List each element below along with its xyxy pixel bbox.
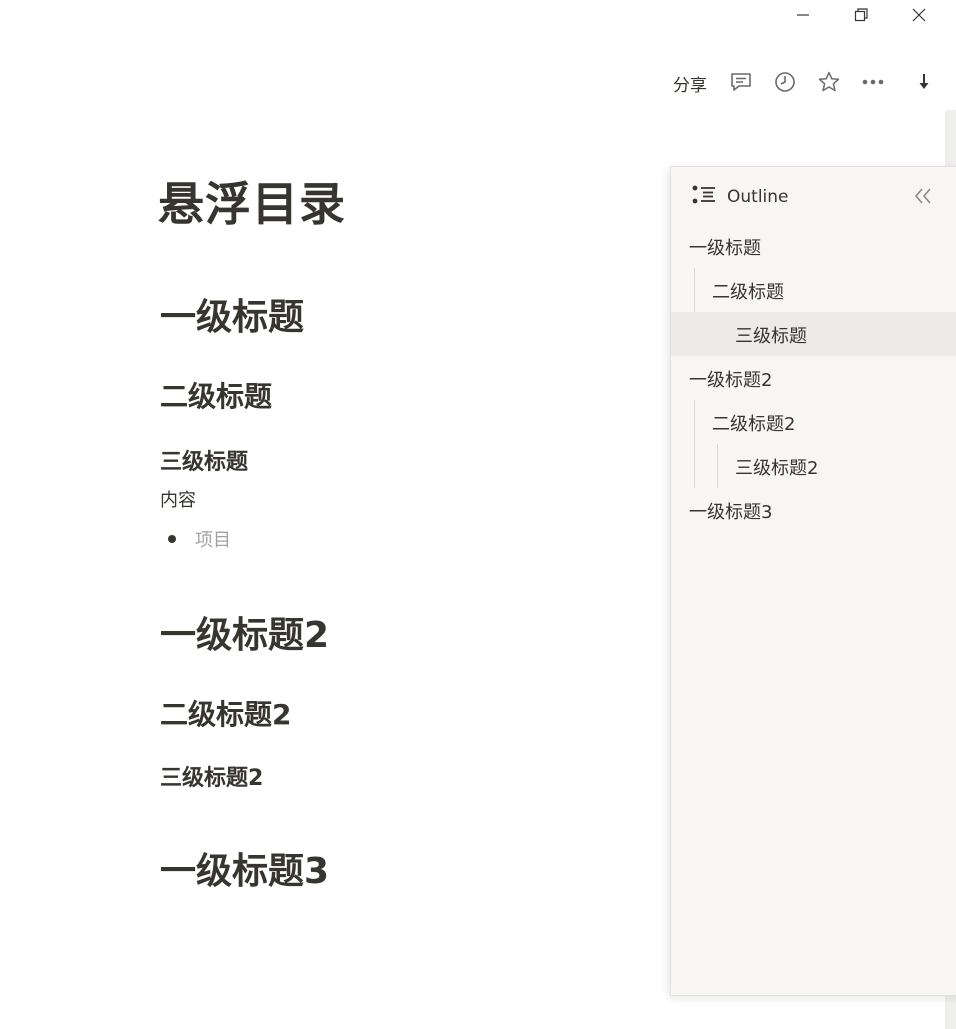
heading-2: 二级标题2 (160, 698, 292, 731)
bullet-dot-icon (168, 535, 176, 543)
outline-list-icon (691, 183, 717, 209)
outline-item-label: 二级标题2 (712, 414, 796, 435)
page-title: 悬浮目录 (158, 177, 346, 231)
heading-1: 一级标题3 (160, 851, 330, 892)
heading-2: 二级标题 (160, 380, 273, 413)
paragraph-text: 内容 (160, 490, 196, 511)
outline-item-level-1[interactable]: 一级标题 (671, 224, 956, 268)
heading-1: 一级标题 (160, 297, 305, 338)
bullet-placeholder-text[interactable]: 项目 (195, 526, 231, 552)
outline-item-level-2[interactable]: 二级标题2 (671, 400, 956, 444)
heading-3: 三级标题 (160, 450, 249, 475)
outline-item-level-2[interactable]: 二级标题 (671, 268, 956, 312)
heading-3: 三级标题2 (160, 766, 264, 791)
outline-item-level-1[interactable]: 一级标题2 (671, 356, 956, 400)
outline-item-label: 三级标题 (735, 326, 807, 347)
outline-title: Outline (727, 187, 789, 207)
outline-item-label: 二级标题 (712, 282, 784, 303)
outline-item-level-1[interactable]: 一级标题3 (671, 488, 956, 532)
heading-1: 一级标题2 (160, 615, 330, 656)
outline-item-level-3-active[interactable]: 三级标题 (671, 312, 956, 356)
floating-outline-panel: Outline 一级标题 二级标题 三级标题 一级标题2 二级标题2 三级标题2… (670, 166, 956, 996)
collapse-outline-button[interactable] (911, 183, 937, 209)
outline-item-label: 一级标题3 (689, 502, 773, 523)
outline-item-level-3[interactable]: 三级标题2 (671, 444, 956, 488)
outline-item-label: 三级标题2 (735, 458, 819, 479)
outline-item-label: 一级标题2 (689, 370, 773, 391)
outline-item-label: 一级标题 (689, 238, 761, 259)
